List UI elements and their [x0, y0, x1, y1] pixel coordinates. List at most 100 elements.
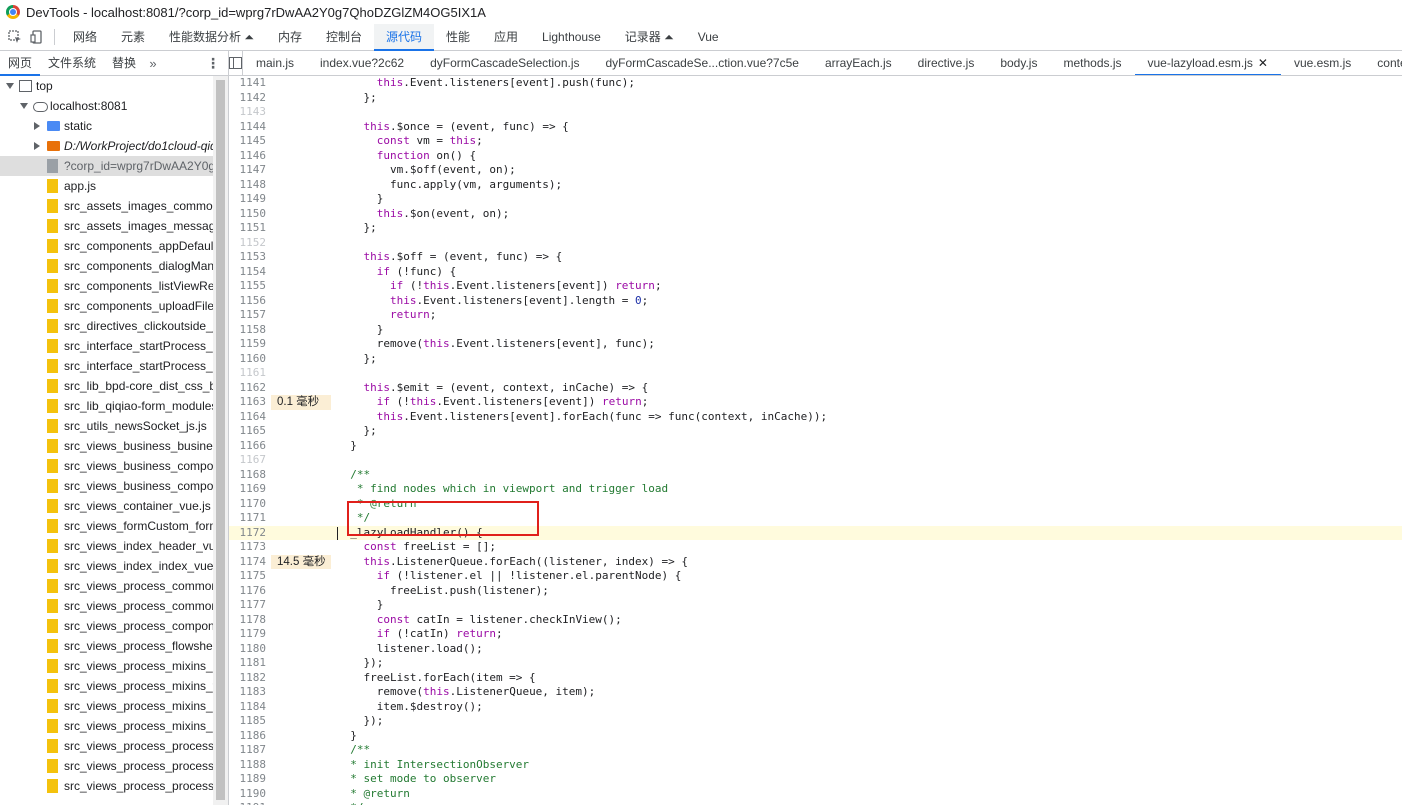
tree-item[interactable]: src_views_process_flowsheet [0, 636, 213, 656]
panel-tab[interactable]: 性能 [434, 24, 482, 50]
code-line[interactable]: 1189 * set mode to observer [229, 772, 1402, 787]
code-line[interactable]: 1144 this.$once = (event, func) => { [229, 120, 1402, 135]
code-line[interactable]: 1154 if (!func) { [229, 265, 1402, 280]
panel-tab[interactable]: Vue [686, 24, 731, 50]
code-line[interactable]: 1165 }; [229, 424, 1402, 439]
code-line[interactable]: 1141 this.Event.listeners[event].push(fu… [229, 76, 1402, 91]
line-number[interactable]: 1176 [229, 584, 267, 599]
tree-item[interactable]: static [0, 116, 213, 136]
line-number[interactable]: 1153 [229, 250, 267, 265]
line-number[interactable]: 1161 [229, 366, 267, 381]
line-number[interactable]: 1180 [229, 642, 267, 657]
toggle-navigator-icon[interactable] [229, 51, 243, 75]
code-line[interactable]: 1179 if (!catIn) return; [229, 627, 1402, 642]
line-number[interactable]: 1162 [229, 381, 267, 396]
tree-item[interactable]: src_views_business_compone [0, 476, 213, 496]
line-number[interactable]: 1165 [229, 424, 267, 439]
file-tab[interactable]: dyFormCascadeSe...ction.vue?7c5e [593, 51, 812, 75]
line-number[interactable]: 1168 [229, 468, 267, 483]
code-line[interactable]: 1145 const vm = this; [229, 134, 1402, 149]
line-number[interactable]: 1155 [229, 279, 267, 294]
tree-item[interactable]: src_utils_newsSocket_js.js [0, 416, 213, 436]
line-number[interactable]: 1188 [229, 758, 267, 773]
expand-arrow-icon[interactable] [20, 103, 28, 109]
line-number[interactable]: 1150 [229, 207, 267, 222]
code-line[interactable]: 1161 [229, 366, 1402, 381]
scrollbar-thumb[interactable] [216, 80, 225, 800]
panel-tab[interactable]: 性能数据分析 ⏶ [157, 24, 266, 50]
line-number[interactable]: 1191 [229, 801, 267, 805]
code-line[interactable]: 1150 this.$on(event, on); [229, 207, 1402, 222]
code-line[interactable]: 1163 0.1 毫秒 if (!this.Event.listeners[eve… [229, 395, 1402, 410]
tree-item[interactable]: src_views_process_processLis [0, 776, 213, 796]
code-line[interactable]: 1186 } [229, 729, 1402, 744]
tree-item[interactable]: src_lib_bpd-core_dist_css_bp [0, 376, 213, 396]
line-number[interactable]: 1145 [229, 134, 267, 149]
code-line[interactable]: 1148 func.apply(vm, arguments); [229, 178, 1402, 193]
line-number[interactable]: 1164 [229, 410, 267, 425]
tree-item[interactable]: src_views_process_mixins_ou [0, 716, 213, 736]
code-line[interactable]: 1182 freeList.forEach(item => { [229, 671, 1402, 686]
line-number[interactable]: 1159 [229, 337, 267, 352]
file-tab[interactable]: directive.js [905, 51, 988, 75]
code-line[interactable]: 1185 }); [229, 714, 1402, 729]
code-line[interactable]: 1166 } [229, 439, 1402, 454]
tree-item[interactable]: D:/WorkProject/do1cloud-qiq [0, 136, 213, 156]
file-tab[interactable]: body.js [987, 51, 1050, 75]
line-number[interactable]: 1179 [229, 627, 267, 642]
panel-tab[interactable]: 元素 [109, 24, 157, 50]
line-number[interactable]: 1177 [229, 598, 267, 613]
code-line[interactable]: 1153 this.$off = (event, func) => { [229, 250, 1402, 265]
code-line[interactable]: 1155 if (!this.Event.listeners[event]) r… [229, 279, 1402, 294]
code-line[interactable]: 1180 listener.load(); [229, 642, 1402, 657]
line-number[interactable]: 1142 [229, 91, 267, 106]
file-tab[interactable]: methods.js [1050, 51, 1134, 75]
tree-item[interactable]: src_components_appDefault [0, 236, 213, 256]
tree-item[interactable]: src_views_business_business_ [0, 436, 213, 456]
code-line[interactable]: 1190 * @return [229, 787, 1402, 802]
code-line[interactable]: 1167 [229, 453, 1402, 468]
line-number[interactable]: 1141 [229, 76, 267, 91]
collapsed-arrow-icon[interactable] [34, 142, 40, 150]
line-number[interactable]: 1170 [229, 497, 267, 512]
code-line[interactable]: 1152 [229, 236, 1402, 251]
tree-item[interactable]: src_views_process_mixins_ou [0, 696, 213, 716]
code-line[interactable]: 1146 function on() { [229, 149, 1402, 164]
more-tabs-icon[interactable]: » [144, 56, 162, 71]
tree-item[interactable]: src_assets_images_message_ [0, 216, 213, 236]
tree-item[interactable]: src_components_listViewRen [0, 276, 213, 296]
panel-tab[interactable]: 网络 [61, 24, 109, 50]
panel-tab[interactable]: Lighthouse [530, 24, 613, 50]
line-number[interactable]: 1182 [229, 671, 267, 686]
code-line[interactable]: 1143 [229, 105, 1402, 120]
line-number[interactable]: 1186 [229, 729, 267, 744]
expand-arrow-icon[interactable] [6, 83, 14, 89]
code-line[interactable]: 1178 const catIn = listener.checkInView(… [229, 613, 1402, 628]
code-line[interactable]: 1142 }; [229, 91, 1402, 106]
code-line[interactable]: 1184 item.$destroy(); [229, 700, 1402, 715]
line-number[interactable]: 1184 [229, 700, 267, 715]
line-number[interactable]: 1183 [229, 685, 267, 700]
code-line[interactable]: 1164 this.Event.listeners[event].forEach… [229, 410, 1402, 425]
line-number[interactable]: 1181 [229, 656, 267, 671]
line-number[interactable]: 1185 [229, 714, 267, 729]
inspect-element-icon[interactable] [4, 26, 26, 48]
code-line[interactable]: 1172 _lazyLoadHandler() { [229, 525, 1402, 540]
close-tab-icon[interactable]: ✕ [1258, 56, 1268, 70]
navigator-menu-icon[interactable]: ⋮ [206, 51, 220, 75]
line-number[interactable]: 1169 [229, 482, 267, 497]
file-tab[interactable]: main.js [243, 51, 307, 75]
tree-item[interactable]: ?corp_id=wprg7rDwAA2Y0g [0, 156, 213, 176]
code-editor[interactable]: 1141 this.Event.listeners[event].push(fu… [229, 76, 1402, 805]
navigator-scrollbar[interactable] [213, 76, 229, 805]
code-line[interactable]: 1149 } [229, 192, 1402, 207]
file-tab[interactable]: dyFormCascadeSelection.js [417, 51, 592, 75]
line-number[interactable]: 1163 [229, 395, 267, 410]
tree-item[interactable]: src_views_process_processDr [0, 736, 213, 756]
file-tab[interactable]: vue.esm.js [1281, 51, 1364, 75]
tree-item[interactable]: src_interface_startProcess_pr [0, 356, 213, 376]
line-number[interactable]: 1157 [229, 308, 267, 323]
code-line[interactable]: 1188 * init IntersectionObserver [229, 758, 1402, 773]
code-line[interactable]: 1174 14.5 毫秒 this.ListenerQueue.forEach((… [229, 554, 1402, 569]
tree-item[interactable]: src_views_process_processLis [0, 756, 213, 776]
